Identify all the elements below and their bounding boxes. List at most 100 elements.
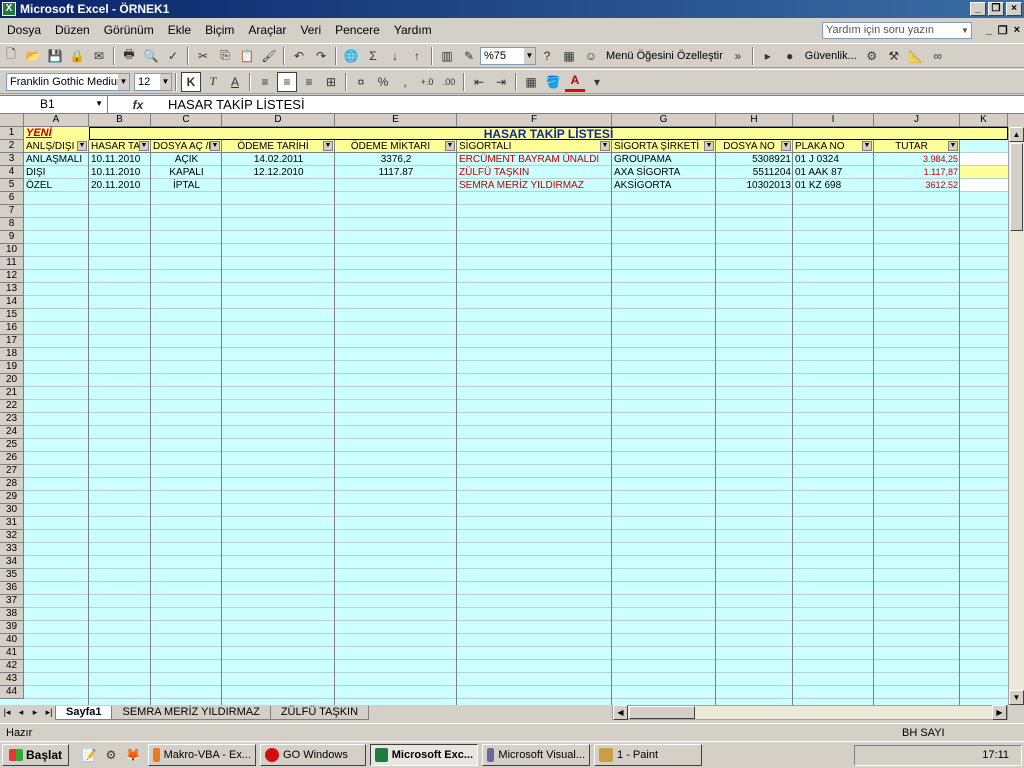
cell[interactable]: 3.984,25	[874, 153, 960, 166]
align-right-icon[interactable]: ≡	[299, 72, 319, 92]
row-header[interactable]: 44	[0, 686, 24, 699]
borders-icon[interactable]: ▦	[521, 72, 541, 92]
menu-data[interactable]: Veri	[293, 20, 328, 40]
row-header[interactable]: 33	[0, 543, 24, 556]
notepad-icon[interactable]: 📝	[79, 745, 99, 765]
column-header[interactable]: I	[793, 114, 874, 127]
merge-center-icon[interactable]: ⊞	[321, 72, 341, 92]
sort-descending-icon[interactable]: ↑	[407, 46, 427, 66]
cell[interactable]: GROUPAMA	[612, 153, 716, 166]
cell-a1[interactable]: YENİ	[24, 127, 89, 140]
column-filter-header[interactable]: HASAR TA ▼	[89, 140, 151, 153]
row-header[interactable]: 30	[0, 504, 24, 517]
row-header[interactable]: 8	[0, 218, 24, 231]
horizontal-scroll-thumb[interactable]	[629, 706, 695, 719]
cell[interactable]: 20.11.2010	[89, 179, 151, 192]
cell[interactable]: ÖZEL	[24, 179, 89, 192]
row-header[interactable]: 21	[0, 387, 24, 400]
cell[interactable]: 5511204	[716, 166, 793, 179]
column-filter-header[interactable]: DOSYA NO ▼	[716, 140, 793, 153]
cell[interactable]	[222, 179, 335, 192]
row-header[interactable]: 14	[0, 296, 24, 309]
row-header[interactable]: 43	[0, 673, 24, 686]
cell[interactable]	[960, 179, 1008, 191]
underline-icon[interactable]: A	[225, 72, 245, 92]
formula-input[interactable]: HASAR TAKİP LİSTESİ	[168, 97, 305, 112]
currency-icon[interactable]: ¤	[351, 72, 371, 92]
toolbar-options-icon[interactable]: ▾	[587, 72, 607, 92]
task-button-visual-basic[interactable]: Microsoft Visual...	[482, 744, 591, 766]
visual-basic-icon[interactable]: ⚙	[862, 46, 882, 66]
font-select[interactable]: Franklin Gothic Medium ▼	[6, 72, 130, 91]
row-header[interactable]: 27	[0, 465, 24, 478]
task-button-excel[interactable]: Microsoft Exc...	[370, 744, 479, 766]
undo-icon[interactable]: ↶	[289, 46, 309, 66]
chevron-down-icon[interactable]: ▼	[960, 24, 970, 37]
sheet-tab-semra[interactable]: SEMRA MERİZ YILDIRMAZ	[111, 705, 271, 720]
column-filter-header[interactable]: ÖDEME MİKTARI ▼	[335, 140, 457, 153]
link-icon[interactable]: ∞	[928, 46, 948, 66]
menu-format[interactable]: Biçim	[198, 20, 241, 40]
cell[interactable]: İPTAL	[151, 179, 222, 192]
column-header[interactable]: C	[151, 114, 222, 127]
menu-insert[interactable]: Ekle	[161, 20, 198, 40]
sheet-tab-sayfa1[interactable]: Sayfa1	[55, 705, 113, 720]
horizontal-scrollbar[interactable]: ◀ ▶	[612, 705, 1008, 720]
copy-icon[interactable]: ⎘	[215, 46, 235, 66]
email-icon[interactable]: ✉	[89, 46, 109, 66]
doc-close-button[interactable]: ×	[1014, 24, 1020, 37]
cell[interactable]: AKSİGORTA	[612, 179, 716, 192]
filter-dropdown-icon[interactable]: ▼	[781, 141, 791, 151]
scroll-down-icon[interactable]: ▼	[1009, 690, 1024, 705]
save-icon[interactable]: 💾	[45, 46, 65, 66]
scroll-up-icon[interactable]: ▲	[1009, 127, 1024, 142]
row-header[interactable]: 16	[0, 322, 24, 335]
autosum-icon[interactable]: Σ	[363, 46, 383, 66]
filter-dropdown-icon[interactable]: ▼	[323, 141, 333, 151]
cell[interactable]: 10.11.2010	[89, 166, 151, 179]
filter-dropdown-icon[interactable]: ▼	[77, 141, 87, 151]
cell[interactable]: AXA SİGORTA	[612, 166, 716, 179]
toolbar-options-icon[interactable]: »	[728, 46, 748, 66]
sheet-tab-zulfu[interactable]: ZÜLFÜ TAŞKIN	[269, 705, 370, 720]
task-button-paint[interactable]: 1 - Paint	[594, 744, 703, 766]
menu-window[interactable]: Pencere	[328, 20, 387, 40]
filter-dropdown-icon[interactable]: ▼	[704, 141, 714, 151]
zoom-select[interactable]: %75 ▼	[480, 46, 536, 65]
column-header[interactable]: B	[89, 114, 151, 127]
chevron-down-icon[interactable]: ▼	[95, 96, 103, 112]
column-header[interactable]: E	[335, 114, 457, 127]
minimize-button[interactable]: _	[970, 2, 986, 16]
record-icon[interactable]: ●	[780, 46, 800, 66]
cell[interactable]: 3612.52	[874, 179, 960, 192]
task-button-go-windows[interactable]: GO Windows	[260, 744, 367, 766]
chevron-down-icon[interactable]: ▼	[160, 73, 171, 90]
help-icon[interactable]: ?	[537, 46, 557, 66]
row-header[interactable]: 5	[0, 179, 24, 192]
scroll-right-icon[interactable]: ▶	[992, 705, 1007, 720]
cell[interactable]: 01 KZ 698	[793, 179, 874, 192]
filter-dropdown-icon[interactable]: ▼	[210, 141, 220, 151]
column-header[interactable]: G	[612, 114, 716, 127]
cell[interactable]: 01 AAK 87	[793, 166, 874, 179]
chevron-down-icon[interactable]: ▼	[524, 47, 535, 64]
cell[interactable]	[960, 153, 1008, 165]
menu-edit[interactable]: Düzen	[48, 20, 97, 40]
spelling-icon[interactable]: ✓	[163, 46, 183, 66]
row-header[interactable]: 28	[0, 478, 24, 491]
filter-dropdown-icon[interactable]: ▼	[600, 141, 610, 151]
chevron-down-icon[interactable]: ▼	[118, 73, 129, 90]
spreadsheet-grid[interactable]: A B C D E F G H I J K 1 2 3 4 5 6 7 8 9 10 11 12 13 14 15 16 17 18 19…	[0, 114, 1008, 705]
cell[interactable]: SEMRA MERİZ YILDIRMAZ	[457, 179, 612, 192]
font-color-icon[interactable]: A	[565, 72, 585, 92]
row-header[interactable]: 35	[0, 569, 24, 582]
row-header[interactable]: 2	[0, 140, 24, 153]
redo-icon[interactable]: ↷	[311, 46, 331, 66]
design-mode-icon[interactable]: 📐	[906, 46, 926, 66]
cell[interactable]: ANLAŞMALI	[24, 153, 89, 166]
row-header[interactable]: 41	[0, 647, 24, 660]
tools-icon[interactable]: ⚒	[884, 46, 904, 66]
cell[interactable]: DIŞI	[24, 166, 89, 179]
drawing-icon[interactable]: ✎	[459, 46, 479, 66]
decrease-decimal-icon[interactable]: .00	[439, 72, 459, 92]
